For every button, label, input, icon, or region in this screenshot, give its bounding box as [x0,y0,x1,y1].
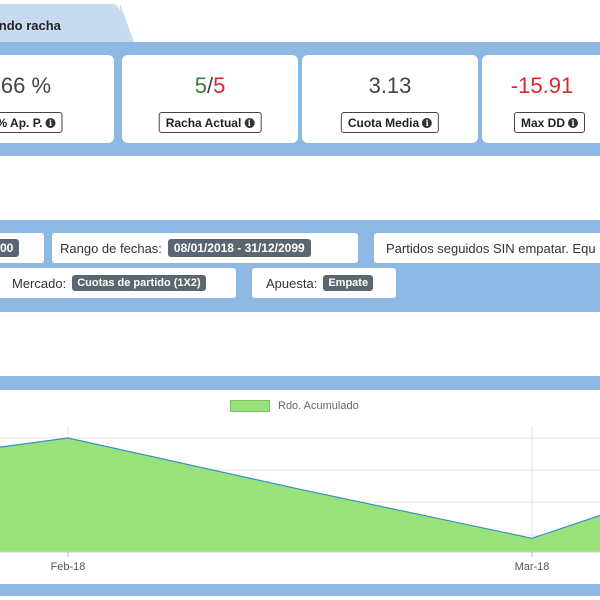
chart-legend[interactable]: Rdo. Acumulado [230,400,359,412]
filter-market[interactable]: Mercado: Cuotas de partido (1X2) [0,268,236,298]
filter-streak-type[interactable]: Partidos seguidos SIN empatar. Equ [374,233,600,263]
filter-market-label: Mercado: [12,275,67,291]
filter-bet[interactable]: Apuesta: Empate [252,268,396,298]
info-icon[interactable]: i [568,117,579,128]
stat-card-current-streak: 5/5 Racha Actual i [122,55,298,143]
legend-label: Rdo. Acumulado [278,400,359,412]
stat-badge-avg-odds[interactable]: Cuota Media i [340,112,440,133]
x-tick-label: Mar-18 [515,561,550,573]
stat-card-hit-rate: 66 % % Ap. P. i [0,55,114,143]
stat-value-avg-odds: 3.13 [368,73,412,98]
stat-badge-max-dd[interactable]: Max DD i [514,112,586,133]
series-area-rdo-acumulado[interactable] [0,438,600,552]
stat-value-hit-rate: 66 % [0,73,52,98]
stat-card-max-dd: -15.91 Max DD i [482,55,600,143]
stat-badge-current-streak[interactable]: Racha Actual i [158,112,262,133]
section-tab[interactable]: piendo racha [0,4,134,42]
stat-value-current-streak: 5/5 [122,73,298,99]
info-icon[interactable]: i [244,117,255,128]
filter-first-tag: 00 [0,239,20,257]
stat-badge-label: % Ap. P. [0,115,43,130]
results-page: piendo racha 66 % % Ap. P. i 5/5 Racha A… [0,0,600,600]
info-icon[interactable]: i [422,117,433,128]
filter-bet-tag: Empate [323,275,374,291]
cumulative-result-chart: Feb-18 Mar-18 [0,426,600,573]
stat-card-avg-odds: 3.13 Cuota Media i [302,55,478,143]
streak-max: 5 [213,73,226,98]
stat-badge-label: Racha Actual [165,115,242,130]
info-icon[interactable]: i [45,117,56,128]
filter-first[interactable]: 00 [0,233,44,263]
stat-value-max-dd: -15.91 [510,73,574,98]
chart-panel: Feb-18 Mar-18 Rdo. Acumulado [0,390,600,584]
chart-band: Feb-18 Mar-18 Rdo. Acumulado [0,376,600,596]
filter-date-label: Rango de fechas: [60,240,162,256]
filter-market-tag: Cuotas de partido (1X2) [72,275,206,291]
stat-badge-label: Max DD [521,115,566,130]
filters-band: 00 Rango de fechas: 08/01/2018 - 31/12/2… [0,220,600,312]
filter-date-range[interactable]: Rango de fechas: 08/01/2018 - 31/12/2099 [52,233,358,263]
filter-date-tag: 08/01/2018 - 31/12/2099 [167,239,311,257]
streak-current: 5 [194,73,207,98]
legend-swatch [230,400,270,412]
stats-band: 66 % % Ap. P. i 5/5 Racha Actual i 3.13 … [0,42,600,156]
stat-badge-label: Cuota Media [347,115,420,130]
stat-badge-hit-rate[interactable]: % Ap. P. i [0,112,63,133]
filter-streak-label: Partidos seguidos SIN empatar. Equ [386,240,596,256]
x-tick-label: Feb-18 [51,561,86,573]
filter-bet-label: Apuesta: [266,275,318,291]
section-tab-label: piendo racha [0,18,61,33]
